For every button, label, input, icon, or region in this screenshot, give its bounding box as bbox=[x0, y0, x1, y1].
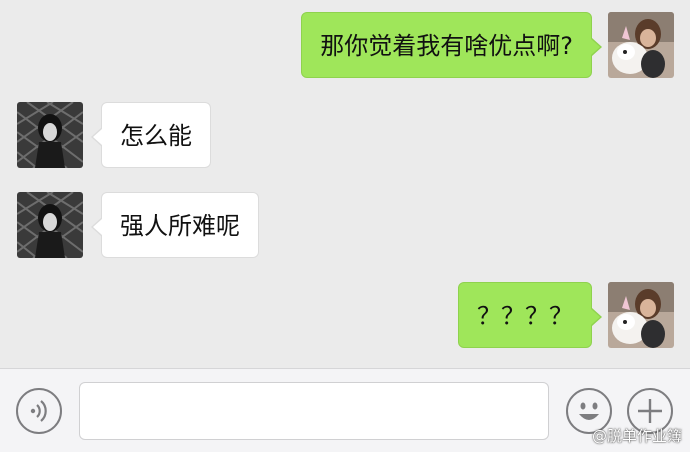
message-bubble-3[interactable]: 强人所难呢 bbox=[91, 192, 259, 258]
message-row-4: ？？？？ bbox=[0, 282, 690, 348]
message-text-4: ？？？？ bbox=[477, 302, 573, 330]
dark-hair-avatar[interactable] bbox=[17, 102, 83, 168]
input-toolbar: @脱单作业簿 bbox=[0, 368, 690, 452]
message-bubble-2[interactable]: 怎么能 bbox=[91, 102, 211, 168]
voice-icon bbox=[30, 400, 47, 422]
message-bubble-1[interactable]: 那你觉着我有啥优点啊? bbox=[301, 12, 602, 78]
voice-button[interactable] bbox=[16, 388, 62, 434]
chat-area: 那你觉着我有啥优点啊? 怎么能 强人所难呢 ？？？？ bbox=[0, 0, 690, 368]
message-row-1: 那你觉着我有啥优点啊? bbox=[0, 12, 690, 78]
message-input[interactable] bbox=[79, 382, 549, 440]
message-text-1: 那你觉着我有啥优点啊? bbox=[320, 32, 573, 60]
girl-unicorn-avatar[interactable] bbox=[608, 12, 674, 78]
message-row-3: 强人所难呢 bbox=[0, 192, 690, 258]
watermark: @脱单作业簿 bbox=[591, 427, 682, 445]
message-text-2: 怎么能 bbox=[120, 122, 192, 150]
dark-hair-avatar[interactable] bbox=[17, 192, 83, 258]
message-bubble-4[interactable]: ？？？？ bbox=[458, 282, 602, 348]
girl-unicorn-avatar[interactable] bbox=[608, 282, 674, 348]
message-text-3: 强人所难呢 bbox=[120, 212, 240, 240]
message-row-2: 怎么能 bbox=[0, 102, 690, 168]
